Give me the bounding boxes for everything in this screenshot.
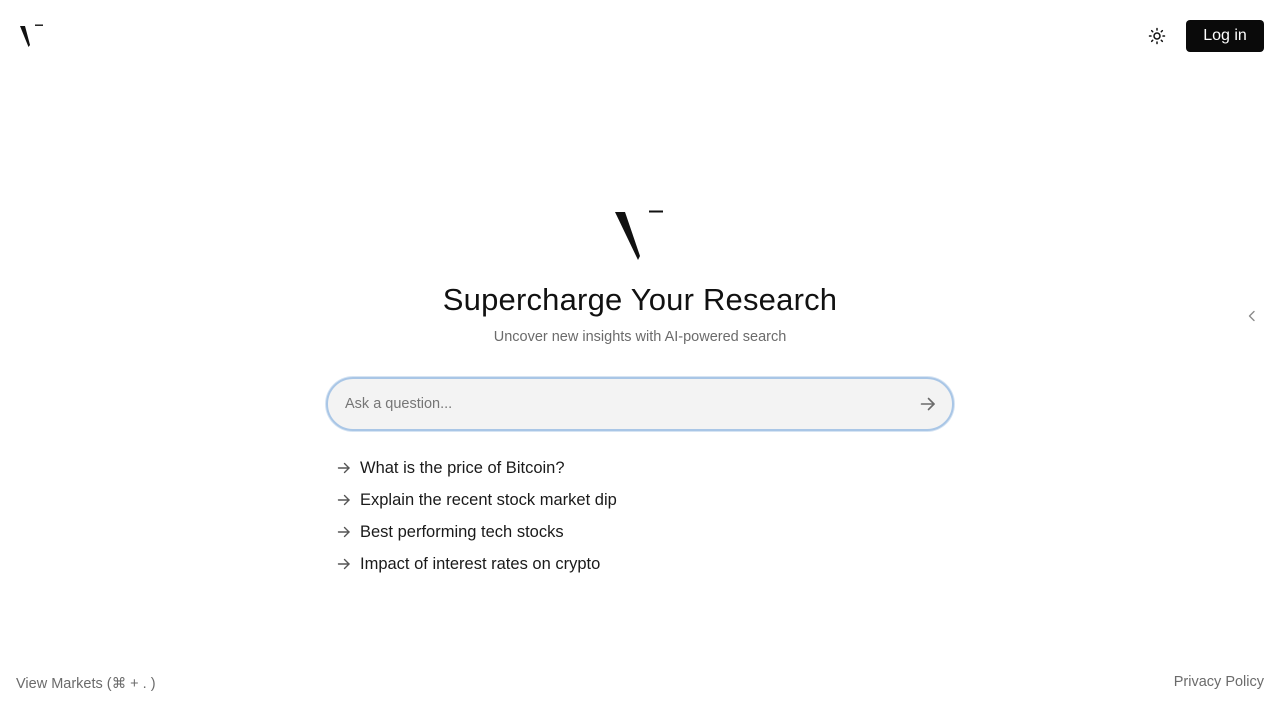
- page-title: Supercharge Your Research: [442, 282, 838, 317]
- privacy-policy-link[interactable]: Privacy Policy: [1174, 674, 1264, 690]
- suggestion-list: What is the price of Bitcoin? Explain th…: [336, 452, 836, 580]
- suggestion-label: Best performing tech stocks: [360, 522, 564, 541]
- search-submit-button[interactable]: [918, 394, 938, 414]
- view-markets-link[interactable]: View Markets (⌘ + . ): [16, 676, 156, 692]
- suggestion-label: What is the price of Bitcoin?: [360, 458, 565, 477]
- sun-icon: [1148, 27, 1166, 45]
- arrow-right-icon: [336, 524, 352, 540]
- suggestion-item[interactable]: Best performing tech stocks: [336, 516, 836, 548]
- arrow-right-icon: [336, 556, 352, 572]
- login-button[interactable]: Log in: [1186, 20, 1264, 52]
- suggestion-item[interactable]: Explain the recent stock market dip: [336, 484, 836, 516]
- arrow-right-icon: [920, 397, 935, 411]
- v-logo-icon: [615, 210, 663, 260]
- search-box: [326, 377, 954, 431]
- chevron-left-icon[interactable]: [1245, 309, 1259, 323]
- arrow-right-icon: [336, 460, 352, 476]
- suggestion-item[interactable]: Impact of interest rates on crypto: [336, 548, 836, 580]
- theme-toggle-button[interactable]: [1146, 25, 1168, 47]
- search-input[interactable]: [345, 379, 905, 429]
- page-subtitle: Uncover new insights with AI-powered sea…: [493, 329, 787, 345]
- v-logo-icon[interactable]: [18, 20, 46, 48]
- suggestion-item[interactable]: What is the price of Bitcoin?: [336, 452, 836, 484]
- arrow-right-icon: [336, 492, 352, 508]
- suggestion-label: Impact of interest rates on crypto: [360, 554, 601, 573]
- suggestion-label: Explain the recent stock market dip: [360, 490, 617, 509]
